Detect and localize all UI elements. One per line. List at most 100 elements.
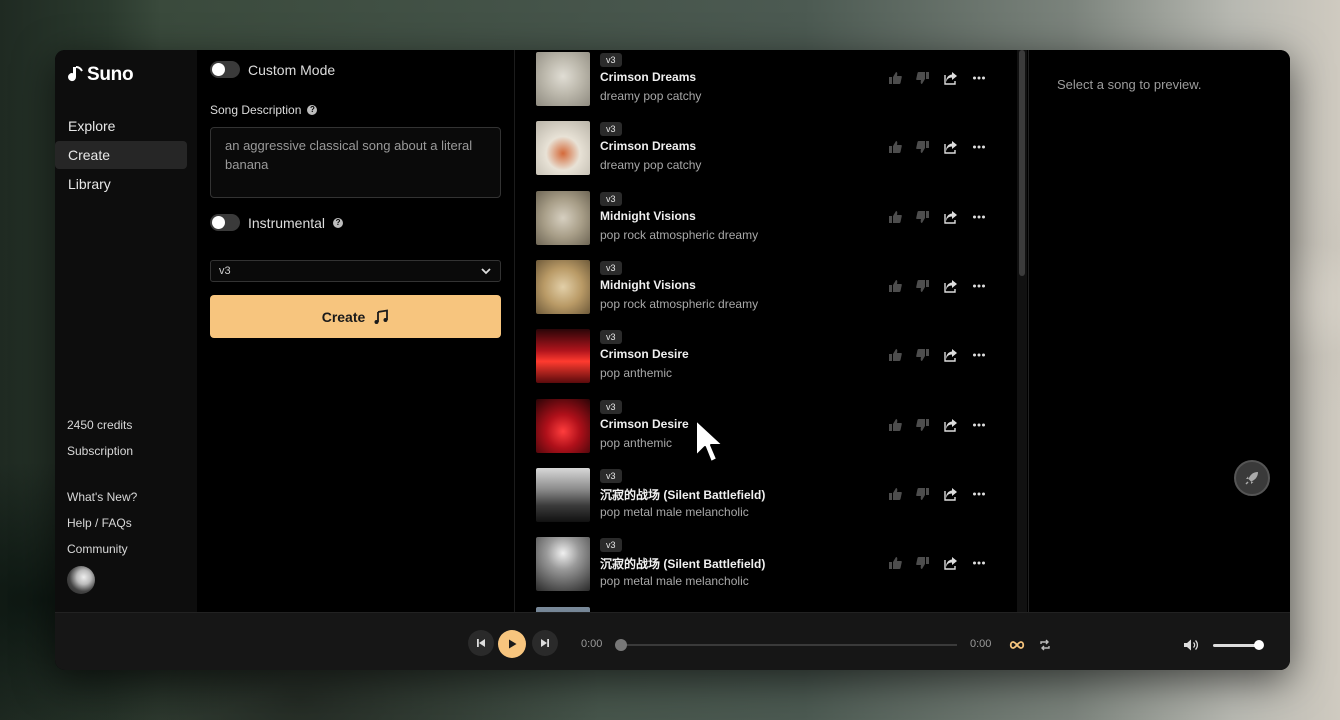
version-badge: v3 [600,468,622,483]
song-description-label: Song Description [210,103,302,117]
thumbs-up-icon[interactable] [888,210,902,224]
list-item[interactable]: v3 Crimson Desire pop anthemic [536,397,996,466]
more-options-icon[interactable] [972,210,986,224]
thumbs-up-icon[interactable] [888,140,902,154]
sidebar-item-create[interactable]: Create [55,141,187,169]
list-item[interactable]: v3 Crimson Desire pop anthemic [536,327,996,396]
song-tags: pop rock atmospheric dreamy [600,227,759,242]
more-options-icon[interactable] [972,279,986,293]
sidebar-item-label: Create [68,147,111,163]
sidebar-item-label: Explore [68,118,116,134]
thumbs-up-icon[interactable] [888,418,902,432]
model-select[interactable]: v3 [210,260,501,282]
song-thumbnail[interactable] [536,329,590,384]
thumbs-up-icon[interactable] [888,71,902,85]
more-options-icon[interactable] [972,140,986,154]
song-tags: dreamy pop catchy [600,158,702,173]
song-thumbnail[interactable] [536,537,590,592]
song-thumbnail[interactable] [536,52,590,106]
more-options-icon[interactable] [972,556,986,570]
song-thumbnail[interactable] [536,190,590,245]
credits-count: 2450 credits [67,418,133,432]
custom-mode-toggle[interactable] [210,61,240,78]
scrollbar-thumb[interactable] [1019,50,1025,276]
more-options-icon[interactable] [972,71,986,85]
next-button[interactable] [532,630,558,656]
thumbs-up-icon[interactable] [888,556,902,570]
community-link[interactable]: Community [67,536,137,562]
sidebar-item-label: Library [68,176,111,192]
share-icon[interactable] [944,140,958,154]
song-thumbnail[interactable] [536,121,590,176]
share-icon[interactable] [944,418,958,432]
infinity-loop-icon[interactable] [1009,639,1025,651]
song-thumbnail[interactable] [536,259,590,314]
instrumental-toggle[interactable] [210,214,240,231]
more-options-icon[interactable] [972,418,986,432]
share-icon[interactable] [944,348,958,362]
progress-track[interactable] [621,644,957,646]
thumbs-up-icon[interactable] [888,348,902,362]
song-thumbnail[interactable] [536,398,590,453]
repeat-icon[interactable] [1039,639,1051,651]
song-title[interactable]: Crimson Dreams [600,139,696,153]
list-item[interactable]: v3 Crimson Dreams dreamy pop catchy [536,50,996,119]
logo[interactable]: Suno [67,64,134,86]
thumbs-down-icon[interactable] [916,348,930,362]
thumbs-down-icon[interactable] [916,487,930,501]
song-actions [888,348,986,362]
song-title[interactable]: Crimson Desire [600,347,689,361]
skip-forward-icon [541,639,549,647]
thumbs-up-icon[interactable] [888,279,902,293]
sidebar-item-explore[interactable]: Explore [55,112,187,140]
share-icon[interactable] [944,487,958,501]
rocket-button[interactable] [1234,460,1270,496]
thumbs-down-icon[interactable] [916,140,930,154]
song-title[interactable]: Midnight Visions [600,209,696,223]
thumbs-down-icon[interactable] [916,279,930,293]
share-icon[interactable] [944,556,958,570]
version-badge: v3 [600,260,622,275]
play-button[interactable] [498,630,526,658]
more-options-icon[interactable] [972,487,986,501]
whats-new-link[interactable]: What's New? [67,484,137,510]
thumbs-up-icon[interactable] [888,487,902,501]
avatar[interactable] [67,566,95,594]
sidebar-item-library[interactable]: Library [55,170,187,198]
list-item[interactable]: v3 Midnight Visions pop rock atmospheric d… [536,189,996,258]
song-title[interactable]: Midnight Visions [600,278,696,292]
help-faqs-link[interactable]: Help / FAQs [67,510,137,536]
list-item[interactable]: v3 沉寂的战场 (Silent Battlefield) pop metal ma… [536,535,996,604]
help-icon[interactable]: ? [333,217,344,228]
song-thumbnail[interactable] [536,467,590,522]
thumbs-down-icon[interactable] [916,210,930,224]
share-icon[interactable] [944,71,958,85]
thumbs-down-icon[interactable] [916,556,930,570]
share-icon[interactable] [944,210,958,224]
volume-knob[interactable] [1254,640,1264,650]
list-item[interactable]: v3 Midnight Visions pop rock atmospheric d… [536,258,996,327]
thumbs-down-icon[interactable] [916,71,930,85]
preview-panel: Select a song to preview. [1028,50,1290,612]
suno-window: Suno Explore Create Library 2450 credits… [55,50,1290,670]
progress-knob[interactable] [615,639,627,651]
list-item[interactable] [536,605,996,612]
list-item[interactable]: v3 Crimson Dreams dreamy pop catchy [536,119,996,188]
share-icon[interactable] [944,279,958,293]
subscription-link[interactable]: Subscription [67,438,137,464]
song-title[interactable]: Crimson Desire [600,417,689,431]
song-description-input[interactable]: an aggressive classical song about a lit… [210,127,501,198]
song-title[interactable]: Crimson Dreams [600,70,696,84]
play-icon [509,639,517,649]
more-options-icon[interactable] [972,348,986,362]
version-badge: v3 [600,399,622,414]
help-icon[interactable]: ? [307,105,318,115]
list-item[interactable]: v3 沉寂的战场 (Silent Battlefield) pop metal ma… [536,466,996,535]
previous-button[interactable] [468,630,494,656]
song-title[interactable]: 沉寂的战场 (Silent Battlefield) [600,555,765,572]
volume-icon[interactable] [1183,638,1199,652]
song-title[interactable]: 沉寂的战场 (Silent Battlefield) [600,486,765,503]
song-list-scrollbar[interactable] [1017,50,1027,612]
create-button[interactable]: Create [210,295,501,338]
thumbs-down-icon[interactable] [916,418,930,432]
